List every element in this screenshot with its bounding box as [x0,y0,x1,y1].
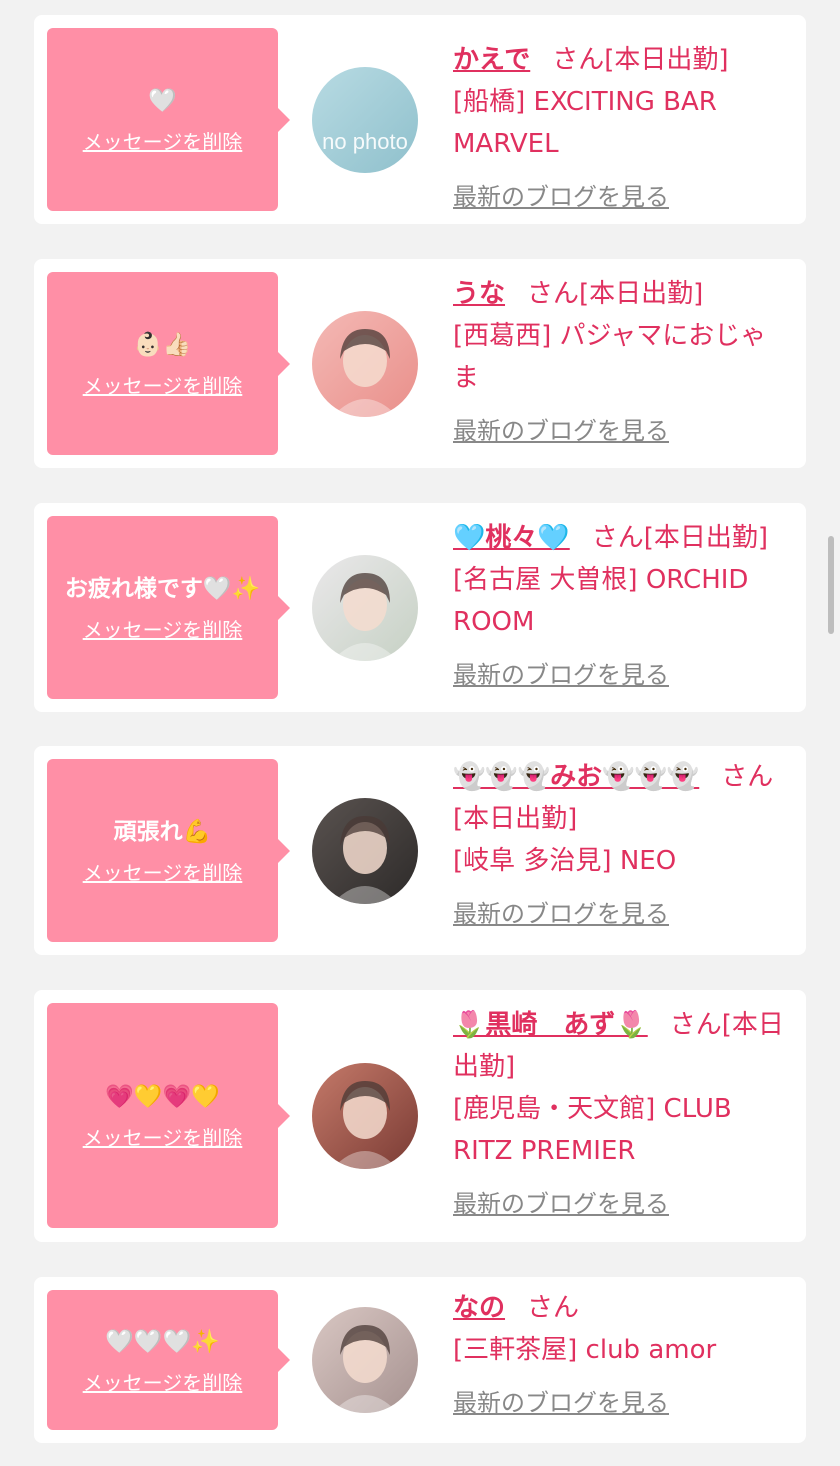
latest-blog-link[interactable]: 最新のブログを見る [453,655,787,695]
cast-info: なの さん [三軒茶屋] club amor 最新のブログを見る [453,1287,787,1423]
honorific: さん [721,762,774,792]
avatar[interactable] [312,311,418,417]
delete-message-link[interactable]: メッセージを削除 [83,857,243,886]
avatar[interactable] [312,1307,418,1413]
avatar[interactable] [312,555,418,661]
cast-info: かえで さん[本日出勤] [船橋] EXCITING BAR MARVEL 最新のブロ… [453,39,787,217]
cast-name-line: なの さん [453,1287,787,1329]
latest-blog-link[interactable]: 最新のブログを見る [453,411,787,451]
cast-name-line: 🩵桃々🩵 さん[本日出勤] [453,517,787,559]
cast-name-link[interactable]: かえで [453,45,530,75]
latest-blog-link[interactable]: 最新のブログを見る [453,894,787,934]
cast-name-line: 🌷黒崎 あず🌷 さん[本日出勤] [453,1004,787,1088]
delete-message-link[interactable]: メッセージを削除 [83,1122,243,1151]
cast-info: 👻👻👻みお👻👻👻 さん [本日出勤] [岐阜 多治見] NEO 最新のブログを見る [453,756,787,934]
message-bubble: 🤍 メッセージを削除 [47,28,290,211]
shop-name: [岐阜 多治見] NEO [453,846,677,876]
favorite-list: 🤍 メッセージを削除 no photo かえで さん[本日出勤] [船橋] EXCITIN… [0,0,840,1466]
honorific: さん [527,1293,580,1323]
delete-message-link[interactable]: メッセージを削除 [83,614,243,643]
favorite-card: お疲れ様です🤍✨ メッセージを削除 🩵桃々🩵 さん[本日出勤] [名古屋 大曽根] OR… [34,503,806,712]
cast-info: 🩵桃々🩵 さん[本日出勤] [名古屋 大曽根] ORCHID ROOM 最新のブログを… [453,517,787,695]
shop-name: [名古屋 大曽根] ORCHID ROOM [453,565,749,637]
attendance-status: [本日出勤] [604,45,729,75]
shop-name: [三軒茶屋] club amor [453,1335,717,1365]
avatar[interactable]: no photo [312,67,418,173]
cast-info: うな さん[本日出勤] [西葛西] パジャマにおじゃま最新のブログを見る [453,273,787,451]
cast-info: 🌷黒崎 あず🌷 さん[本日出勤] [鹿児島・天文館] CLUB RITZ PREMI… [453,1004,787,1224]
message-bubble: お疲れ様です🤍✨ メッセージを削除 [47,516,290,699]
cast-name-link[interactable]: うな [453,279,505,309]
message-text: 頑張れ💪 [113,819,212,845]
latest-blog-link[interactable]: 最新のブログを見る [453,1383,787,1423]
honorific: さん [591,523,644,553]
delete-message-link[interactable]: メッセージを削除 [83,370,243,399]
message-text: 🤍 [148,88,177,114]
cast-name-link[interactable]: 🩵桃々🩵 [453,523,570,553]
honorific: さん [669,1010,722,1040]
favorite-card: 頑張れ💪 メッセージを削除 👻👻👻みお👻👻👻 さん [本日出勤] [岐阜 多治見] NEO… [34,746,806,955]
attendance-status: [本日出勤] [453,804,578,834]
cast-name-line: かえで さん[本日出勤] [453,39,787,81]
message-bubble: 🤍🤍🤍✨ メッセージを削除 [47,1290,290,1430]
avatar[interactable] [312,1063,418,1169]
favorite-card: 👶🏻👍🏻 メッセージを削除 うな さん[本日出勤] [西葛西] パジャマにおじゃま最新の… [34,259,806,468]
favorite-card: 🤍🤍🤍✨ メッセージを削除 なの さん [三軒茶屋] club amor 最新のブログを見… [34,1277,806,1443]
scrollbar[interactable] [828,536,834,634]
avatar[interactable] [312,798,418,904]
favorite-card: 💗💛💗💛 メッセージを削除 🌷黒崎 あず🌷 さん[本日出勤] [鹿児島・天文館] CLU… [34,990,806,1242]
message-text: 💗💛💗💛 [105,1084,220,1110]
message-bubble: 頑張れ💪 メッセージを削除 [47,759,290,942]
latest-blog-link[interactable]: 最新のブログを見る [453,1184,787,1224]
message-text: 👶🏻👍🏻 [133,332,192,358]
message-text: お疲れ様です🤍✨ [64,576,261,602]
delete-message-link[interactable]: メッセージを削除 [83,126,243,155]
cast-name-link[interactable]: 👻👻👻みお👻👻👻 [453,762,699,792]
cast-name-link[interactable]: なの [453,1293,505,1323]
latest-blog-link[interactable]: 最新のブログを見る [453,177,787,217]
honorific: さん [552,45,605,75]
cast-name-line: うな さん[本日出勤] [453,273,787,315]
favorite-card: 🤍 メッセージを削除 no photo かえで さん[本日出勤] [船橋] EXCITIN… [34,15,806,224]
message-bubble: 👶🏻👍🏻 メッセージを削除 [47,272,290,455]
delete-message-link[interactable]: メッセージを削除 [83,1367,243,1396]
message-bubble: 💗💛💗💛 メッセージを削除 [47,1003,290,1228]
avatar-placeholder-text: no photo [322,129,408,154]
attendance-status: [本日出勤] [579,279,704,309]
shop-name: [鹿児島・天文館] CLUB RITZ PREMIER [453,1094,732,1166]
honorific: さん [527,279,580,309]
message-text: 🤍🤍🤍✨ [105,1328,220,1355]
shop-name: [西葛西] パジャマにおじゃま [453,321,767,393]
shop-name: [船橋] EXCITING BAR MARVEL [453,87,717,159]
cast-name-line: 👻👻👻みお👻👻👻 さん [本日出勤] [453,756,787,840]
cast-name-link[interactable]: 🌷黒崎 あず🌷 [453,1010,648,1040]
attendance-status: [本日出勤] [643,523,769,553]
